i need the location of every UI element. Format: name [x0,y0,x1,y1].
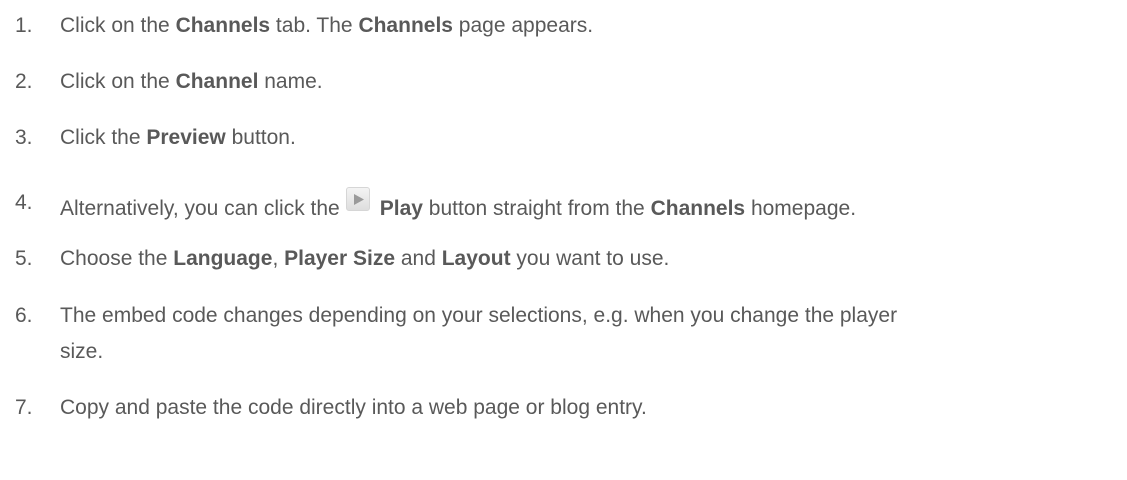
step-number: 1. [15,14,33,37]
channel-name-label: Channel [175,70,259,93]
step-number: 7. [15,396,33,419]
step-number: 2. [15,70,33,93]
channels-tab-label: Channels [175,14,271,37]
player-size-label: Player Size [284,247,396,270]
step-text: Click the Preview button. [60,126,296,149]
step-text: Copy and paste the code directly into a … [60,396,647,419]
step-text: Choose the Language, Player Size and Lay… [60,247,670,270]
play-icon [345,187,370,211]
channels-homepage-label: Channels [650,197,746,220]
step-text: Click on the Channels tab. The Channels … [60,14,594,37]
play-button-label: Play [379,197,423,220]
language-label: Language [173,247,273,270]
channels-page-label: Channels [358,14,453,37]
preview-button-label: Preview [146,126,226,149]
step-number: 6. [15,304,33,327]
step-text: Click on the Channel name. [60,70,323,93]
step-text-continued: size. [60,340,104,363]
step-number: 3. [15,126,33,149]
step-text: Alternatively, you can click the Play but… [60,187,1100,225]
step-text: The embed code changes depending on your… [60,304,898,327]
layout-label: Layout [441,247,511,270]
step-number: 4. [15,191,33,214]
step-number: 5. [15,247,33,270]
